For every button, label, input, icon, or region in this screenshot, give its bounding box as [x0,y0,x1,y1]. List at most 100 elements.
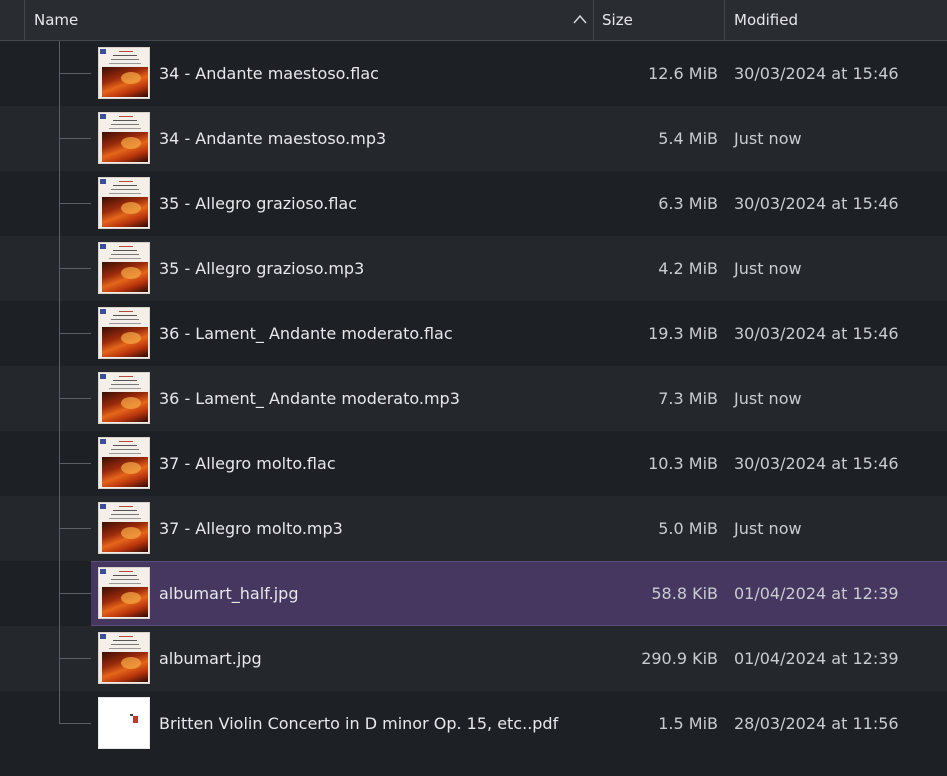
art-text-line [109,583,141,584]
art-text-line [111,124,139,125]
file-size: 1.5 MiB [658,714,718,733]
art-text-line [113,315,137,316]
file-name: 36 - Lament_ Andante moderato.flac [159,324,453,343]
file-modified: Just now [734,389,802,408]
art-text-line [113,575,137,576]
file-name: 37 - Allegro molto.mp3 [159,519,343,538]
art-image-glow [121,332,141,344]
art-text-line [119,506,133,507]
file-row[interactable]: 37 - Allegro molto.flac 10.3 MiB 30/03/2… [0,431,947,496]
column-header-modified-label: Modified [734,11,799,29]
file-manager-details-view: Name Size Modified 34 - Andante maestoso… [0,0,947,776]
tree-branch-connector [59,333,91,334]
file-row[interactable]: 36 - Lament_ Andante moderato.mp3 7.3 Mi… [0,366,947,431]
art-text-line [113,185,137,186]
art-image-glow [121,657,141,669]
art-text-line [119,441,133,442]
art-label [100,634,106,639]
file-list: 34 - Andante maestoso.flac 12.6 MiB 30/0… [0,41,947,756]
column-header-name[interactable]: Name [25,0,594,40]
file-size: 10.3 MiB [648,454,718,473]
file-size: 6.3 MiB [658,194,718,213]
file-row[interactable]: albumart_half.jpg 58.8 KiB 01/04/2024 at… [0,561,947,626]
pdf-mark [133,716,138,723]
art-text-line [109,453,141,454]
art-image-glow [121,137,141,149]
file-row[interactable]: 34 - Andante maestoso.mp3 5.4 MiB Just n… [0,106,947,171]
art-label [100,439,106,444]
art-image-glow [121,462,141,474]
file-name: 34 - Andante maestoso.flac [159,64,379,83]
art-label [100,504,106,509]
file-row[interactable]: 35 - Allegro grazioso.flac 6.3 MiB 30/03… [0,171,947,236]
art-text-line [109,258,141,259]
file-row[interactable]: 34 - Andante maestoso.flac 12.6 MiB 30/0… [0,41,947,106]
file-name: 35 - Allegro grazioso.flac [159,194,358,213]
album-art-thumbnail[interactable] [98,502,150,554]
file-row[interactable]: 35 - Allegro grazioso.mp3 4.2 MiB Just n… [0,236,947,301]
art-text-line [113,250,137,251]
file-name: 36 - Lament_ Andante moderato.mp3 [159,389,460,408]
file-name: albumart.jpg [159,649,262,668]
art-text-line [111,514,139,515]
pdf-thumbnail[interactable] [98,697,150,749]
album-art-thumbnail[interactable] [98,632,150,684]
column-header-bar: Name Size Modified [0,0,947,41]
file-modified: 30/03/2024 at 15:46 [734,454,899,473]
file-row[interactable]: Britten Violin Concerto in D minor Op. 1… [0,691,947,756]
file-size: 7.3 MiB [658,389,718,408]
album-art-thumbnail[interactable] [98,112,150,164]
art-text-line [119,571,133,572]
art-text-line [109,648,141,649]
art-text-line [119,116,133,117]
art-image-glow [121,592,141,604]
art-text-line [119,376,133,377]
album-art-thumbnail[interactable] [98,567,150,619]
art-text-line [109,193,141,194]
album-art-thumbnail[interactable] [98,372,150,424]
tree-branch-connector [59,658,91,659]
art-image-glow [121,72,141,84]
art-text-line [119,636,133,637]
tree-branch-connector [59,593,91,594]
file-modified: Just now [734,519,802,538]
file-modified: 30/03/2024 at 15:46 [734,194,899,213]
tree-branch-connector [59,398,91,399]
column-header-name-label: Name [34,11,79,29]
art-text-line [109,388,141,389]
art-text-line [111,384,139,385]
art-text-line [113,510,137,511]
column-header-size[interactable]: Size [594,0,725,40]
album-art-thumbnail[interactable] [98,307,150,359]
art-text-line [113,445,137,446]
art-label [100,309,106,314]
file-modified: 28/03/2024 at 11:56 [734,714,899,733]
tree-branch-connector [59,203,91,204]
file-row[interactable]: 37 - Allegro molto.mp3 5.0 MiB Just now [0,496,947,561]
art-label [100,114,106,119]
art-text-line [109,323,141,324]
tree-branch-connector [59,463,91,464]
file-modified: 01/04/2024 at 12:39 [734,584,899,603]
art-text-line [113,640,137,641]
art-image-glow [121,202,141,214]
tree-branch-line [59,691,60,724]
file-row[interactable]: albumart.jpg 290.9 KiB 01/04/2024 at 12:… [0,626,947,691]
art-text-line [109,518,141,519]
art-text-line [111,449,139,450]
art-text-line [111,644,139,645]
album-art-thumbnail[interactable] [98,242,150,294]
file-modified: 30/03/2024 at 15:46 [734,324,899,343]
art-label [100,569,106,574]
file-modified: 01/04/2024 at 12:39 [734,649,899,668]
art-text-line [111,254,139,255]
album-art-thumbnail[interactable] [98,47,150,99]
album-art-thumbnail[interactable] [98,177,150,229]
art-text-line [109,128,141,129]
album-art-thumbnail[interactable] [98,437,150,489]
file-modified: Just now [734,259,802,278]
file-name: 34 - Andante maestoso.mp3 [159,129,387,148]
art-text-line [119,311,133,312]
file-row[interactable]: 36 - Lament_ Andante moderato.flac 19.3 … [0,301,947,366]
column-header-modified[interactable]: Modified [725,0,947,40]
